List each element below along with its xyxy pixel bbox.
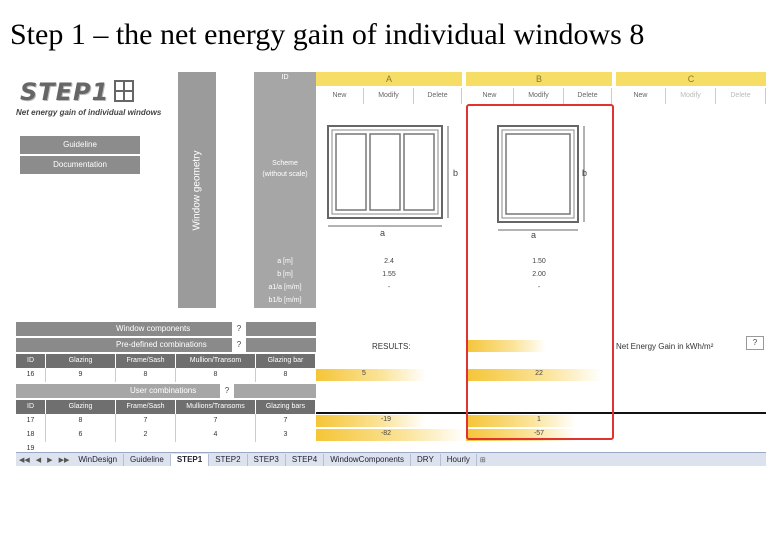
column-header-c: C [616,72,766,86]
predefined-header-row: ID Glazing Frame/Sash Mullion/Transom Gl… [16,354,316,368]
components-help-button[interactable]: ? [232,322,246,336]
row-frame: 8 [116,368,176,382]
add-sheet-icon[interactable]: ⊞ [477,456,489,464]
prev-sheet-icon[interactable]: ◀ [33,456,44,464]
results-unit-label: Net Energy Gain in kWh/m² [616,342,714,351]
next-sheet-icon[interactable]: ▶ [44,456,55,464]
row-frame: 2 [116,428,176,442]
highlight-box-b [466,104,614,440]
tab-step1[interactable]: STEP1 [170,453,210,466]
row-frame: 7 [116,414,176,428]
row-glazing-bar: 7 [256,414,316,428]
components-title: Window components [116,324,191,333]
result-a-17: -19 [380,416,392,423]
results-help-button[interactable]: ? [746,336,764,350]
spreadsheet: STEP1 Net energy gain of individual wind… [16,72,766,467]
result-a-18: -82 [380,430,392,437]
header-id: ID [16,400,46,414]
param-label-a: a [m] [277,258,293,265]
param-label-a1: a1/a [m/m] [268,284,302,291]
sheet-tab-bar: ◀◀ ◀ ▶ ▶▶ WinDesign Guideline STEP1 STEP… [16,452,766,466]
actions-c: New Modify Delete [616,88,766,104]
header-glazing: Glazing [46,400,116,414]
header-glazing: Glazing [46,354,116,368]
predefined-help-button[interactable]: ? [232,338,246,352]
window-scheme-a [327,125,449,227]
result-a-16: 5 [362,370,366,377]
delete-button-c[interactable]: Delete [716,88,766,104]
row-mullion: 8 [176,368,256,382]
param-label-b1: b1/b [m/m] [268,297,302,304]
actions-a: New Modify Delete [316,88,462,104]
row-mullion: 7 [176,414,256,428]
tab-windesign[interactable]: WinDesign [72,453,125,466]
step-subtitle: Net energy gain of individual windows [16,108,162,117]
tab-dry[interactable]: DRY [411,453,441,466]
last-sheet-icon[interactable]: ▶▶ [56,456,73,464]
delete-button-a[interactable]: Delete [414,88,462,104]
user-title: User combinations [130,386,197,395]
new-button-c[interactable]: New [616,88,666,104]
header-glazing-bar: Glazing bar [256,354,316,368]
scheme-label: Scheme [272,160,298,167]
tab-step3[interactable]: STEP3 [248,453,286,466]
row-glazing: 6 [46,428,116,442]
row-id: 18 [16,428,46,442]
header-frame: Frame/Sash [116,400,176,414]
scheme-sublabel: (without scale) [262,171,308,178]
param-label-b: b [m] [277,271,293,278]
tab-windowcomponents[interactable]: WindowComponents [324,453,412,466]
first-sheet-icon[interactable]: ◀◀ [16,456,33,464]
actions-b: New Modify Delete [466,88,612,104]
delete-button-b[interactable]: Delete [564,88,612,104]
header-frame: Frame/Sash [116,354,176,368]
row-id: 17 [16,414,46,428]
tab-step2[interactable]: STEP2 [209,453,248,466]
row-glazing-bar: 3 [256,428,316,442]
new-button-b[interactable]: New [466,88,514,104]
row-id: 16 [16,368,46,382]
new-button-a[interactable]: New [316,88,364,104]
slide-title: Step 1 – the net energy gain of individu… [10,18,645,51]
guideline-button[interactable]: Guideline [20,136,140,154]
row-glazing: 8 [46,414,116,428]
header-glazing-bar: Glazing bars [256,400,316,414]
row-mullion: 4 [176,428,256,442]
dim-a-label-a: a [380,228,386,238]
column-header-a: A [316,72,462,86]
param-a-value-a: 2.4 [384,258,394,265]
table-row[interactable]: 18 6 2 4 3 [16,428,316,442]
tab-hourly[interactable]: Hourly [441,453,477,466]
id-label: ID [281,74,289,81]
window-icon [114,80,134,102]
dim-b-label-a: b [453,168,459,178]
param-b-value-a: 1.55 [382,271,396,278]
row-glazing: 9 [46,368,116,382]
tab-guideline[interactable]: Guideline [124,453,171,466]
param-a1-value-a: - [387,284,391,291]
geometry-label: Window geometry [191,149,203,231]
table-row[interactable]: 16 9 8 8 8 [16,368,316,382]
user-help-button[interactable]: ? [220,384,234,398]
documentation-button[interactable]: Documentation [20,156,140,174]
tab-step4[interactable]: STEP4 [286,453,325,466]
results-label: RESULTS: [372,342,411,351]
table-row[interactable]: 17 8 7 7 7 [16,414,316,428]
modify-button-b[interactable]: Modify [514,88,564,104]
predefined-title: Pre-defined combinations [116,340,207,349]
header-id: ID [16,354,46,368]
column-header-b: B [466,72,612,86]
header-mullion: Mullion/Transom [176,354,256,368]
user-header-row: ID Glazing Frame/Sash Mullions/Transoms … [16,400,316,414]
step-logo: STEP1 [20,78,110,106]
modify-button-c[interactable]: Modify [666,88,716,104]
row-glazing-bar: 8 [256,368,316,382]
header-mullion: Mullions/Transoms [176,400,256,414]
modify-button-a[interactable]: Modify [364,88,414,104]
